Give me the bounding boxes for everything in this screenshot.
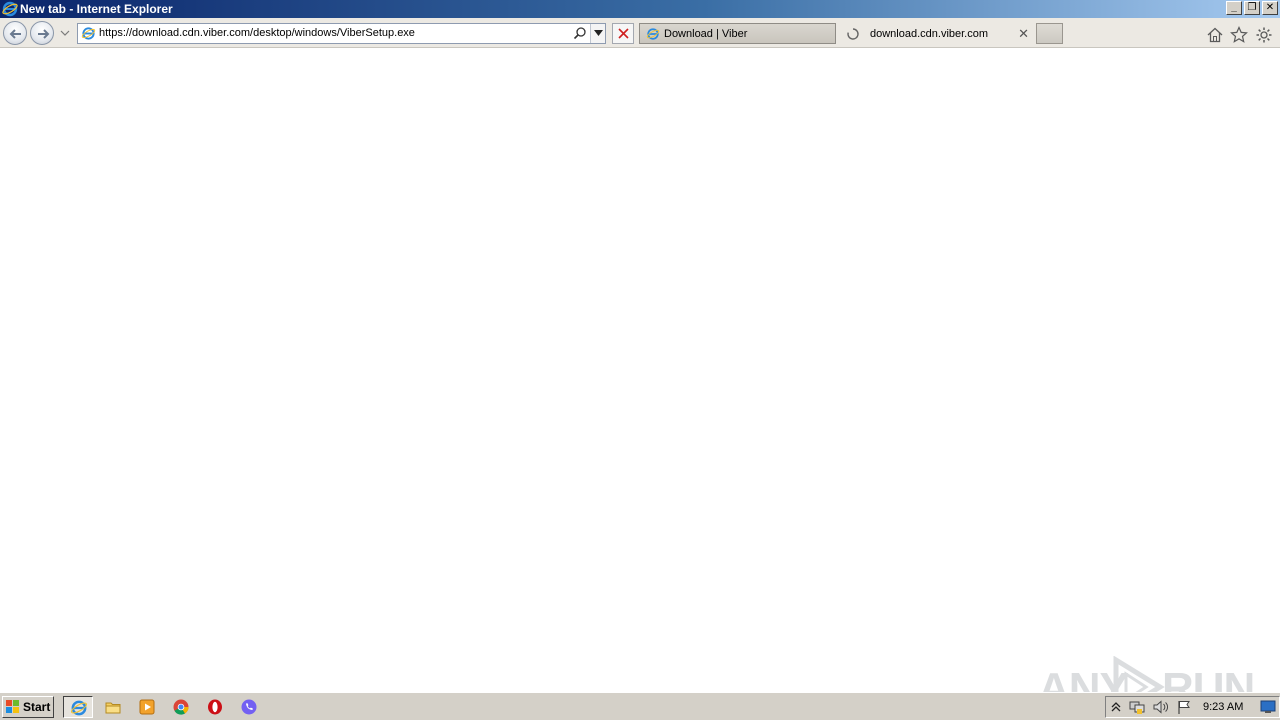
history-dropdown-icon[interactable] [59, 27, 71, 39]
file-explorer-icon [105, 702, 121, 714]
clock[interactable]: 9:23 AM [1203, 701, 1243, 713]
new-tab-button[interactable] [1036, 23, 1063, 44]
url-text[interactable]: https://download.cdn.viber.com/desktop/w… [99, 27, 415, 39]
address-bar[interactable]: https://download.cdn.viber.com/desktop/w… [77, 23, 606, 44]
minimize-button[interactable]: _ [1226, 1, 1242, 15]
taskbar-file-explorer[interactable] [98, 696, 128, 718]
volume-icon[interactable] [1152, 699, 1170, 715]
star-icon[interactable] [1230, 26, 1248, 44]
back-arrow-icon [9, 29, 21, 39]
search-icon[interactable] [573, 26, 587, 40]
forward-arrow-icon [38, 29, 50, 39]
ie-logo-icon [2, 1, 18, 17]
internet-explorer-icon [70, 700, 88, 716]
back-button[interactable] [3, 21, 27, 45]
restore-button[interactable]: ❐ [1244, 1, 1260, 15]
taskbar: Start 9:23 AM [0, 692, 1280, 720]
tab-download-cdn[interactable]: download.cdn.viber.com ✕ [838, 23, 1035, 44]
taskbar-chrome[interactable] [166, 696, 196, 718]
action-center-flag-icon[interactable] [1176, 699, 1194, 715]
gear-icon[interactable] [1255, 26, 1273, 44]
tab-download-viber[interactable]: Download | Viber [639, 23, 836, 44]
ie-page-icon [646, 27, 660, 40]
show-hidden-icons-icon[interactable] [1109, 699, 1123, 715]
show-desktop-icon[interactable] [1260, 700, 1276, 714]
taskbar-media-player[interactable] [132, 696, 162, 718]
tab-label: Download | Viber [664, 27, 748, 40]
page-content: ANY RUN [0, 48, 1280, 718]
system-tray: 9:23 AM [1105, 696, 1280, 718]
tab-label: download.cdn.viber.com [870, 27, 989, 40]
title-bar: New tab - Internet Explorer _ ❐ ✕ [0, 0, 1280, 18]
viber-icon [241, 699, 257, 715]
window-title: New tab - Internet Explorer [20, 2, 173, 16]
close-tab-button[interactable]: ✕ [1018, 26, 1029, 42]
stop-button[interactable] [612, 23, 634, 44]
network-icon[interactable] [1128, 699, 1146, 715]
media-player-icon [139, 699, 155, 715]
taskbar-opera[interactable] [200, 696, 230, 718]
ie-page-icon [81, 27, 96, 40]
home-icon[interactable] [1206, 26, 1224, 44]
windows-logo-icon [6, 700, 19, 713]
forward-button[interactable] [30, 21, 54, 45]
loading-spinner-icon [847, 27, 859, 40]
taskbar-viber[interactable] [234, 696, 264, 718]
start-button[interactable]: Start [2, 696, 54, 718]
taskbar-internet-explorer[interactable] [63, 696, 93, 718]
chrome-icon [173, 699, 189, 715]
chevron-down-icon [594, 30, 603, 36]
address-dropdown-button[interactable] [590, 24, 605, 43]
opera-icon [208, 699, 222, 715]
window-controls: _ ❐ ✕ [1226, 1, 1278, 15]
close-window-button[interactable]: ✕ [1262, 1, 1278, 15]
start-label: Start [23, 700, 51, 714]
stop-icon [618, 28, 629, 39]
